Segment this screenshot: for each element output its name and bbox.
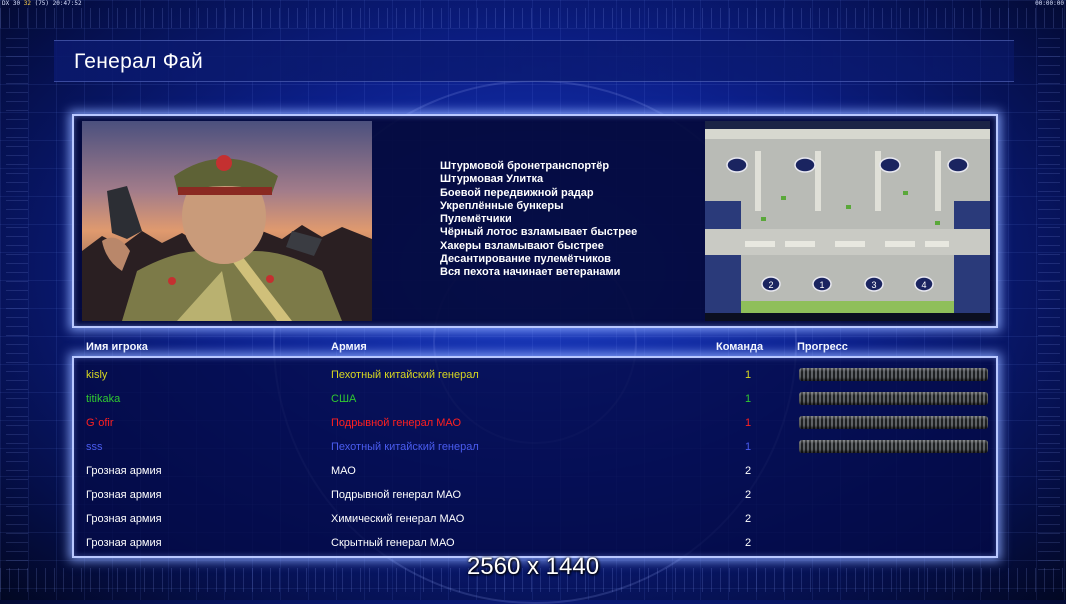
unit-item: Боевой передвижной радар	[440, 186, 594, 199]
player-army: Химический генерал МАО	[331, 513, 465, 525]
player-army: Скрытный генерал МАО	[331, 537, 455, 549]
players-table: kisly Пехотный китайский генерал 1 titik…	[72, 356, 998, 558]
ruler-left	[6, 30, 28, 570]
column-header-army: Армия	[331, 341, 367, 353]
player-row: titikaka США 1	[74, 387, 996, 411]
player-name: Грозная армия	[86, 513, 162, 525]
player-name: G`ofir	[86, 417, 114, 429]
player-army: Пехотный китайский генерал	[331, 369, 479, 381]
player-name: Грозная армия	[86, 465, 162, 477]
title-panel: Генерал Фай	[54, 40, 1014, 82]
player-row: Грозная армия Химический генерал МАО 2	[74, 507, 996, 531]
svg-text:1: 1	[819, 280, 824, 290]
unit-item: Хакеры взламывают быстрее	[440, 239, 604, 252]
player-row: Грозная армия МАО 2	[74, 459, 996, 483]
unit-item: Чёрный лотос взламывает быстрее	[440, 226, 638, 239]
fps-counter: DX 30 32 (75) 20:47:52	[2, 0, 82, 7]
player-army: США	[331, 393, 357, 405]
player-row: sss Пехотный китайский генерал 1	[74, 435, 996, 459]
player-team: 2	[745, 489, 752, 501]
general-portrait-image	[82, 121, 372, 321]
player-name: titikaka	[86, 393, 121, 405]
player-name: kisly	[86, 369, 108, 381]
page-title: Генерал Фай	[74, 50, 204, 73]
unit-item: Штурмовая Улитка	[440, 173, 544, 186]
progress-bar	[799, 440, 988, 453]
general-units-list: Штурмовой бронетранспортёр Штурмовая Ули…	[440, 160, 637, 280]
game-clock: 00:00:00	[1035, 0, 1064, 7]
start-position-marker: 2	[761, 276, 781, 292]
player-army: Подрывной генерал МАО	[331, 417, 462, 429]
player-name: Грозная армия	[86, 489, 162, 501]
general-info-panel: Штурмовой бронетранспортёр Штурмовая Ули…	[72, 114, 998, 328]
svg-text:3: 3	[871, 280, 876, 290]
column-header-progress: Прогресс	[797, 341, 848, 353]
start-position-marker: 3	[864, 276, 884, 292]
progress-bar	[799, 392, 988, 405]
general-portrait	[82, 121, 372, 321]
player-row: kisly Пехотный китайский генерал 1	[74, 363, 996, 387]
player-team: 1	[745, 417, 752, 429]
player-army: МАО	[331, 465, 356, 477]
player-row: Грозная армия Подрывной генерал МАО 2	[74, 483, 996, 507]
ruler-top	[0, 8, 1066, 28]
player-team: 2	[745, 513, 752, 525]
start-position-marker: 4	[914, 276, 934, 292]
player-team: 1	[745, 393, 752, 405]
column-header-team: Команда	[716, 341, 764, 353]
progress-bar	[799, 416, 988, 429]
unit-item: Десантирование пулемётчиков	[440, 253, 611, 266]
player-name: Грозная армия	[86, 537, 162, 549]
svg-text:4: 4	[921, 280, 926, 290]
player-team: 1	[745, 369, 752, 381]
player-team: 2	[745, 465, 752, 477]
player-name: sss	[86, 441, 103, 453]
unit-item: Штурмовой бронетранспортёр	[440, 160, 610, 172]
player-row: G`ofir Подрывной генерал МАО 1	[74, 411, 996, 435]
player-team: 2	[745, 537, 752, 549]
unit-item: Вся пехота начинает ветеранами	[440, 266, 621, 279]
map-preview-image: 2 1 3 4	[705, 121, 990, 321]
map-preview: 2 1 3 4	[705, 121, 990, 321]
resolution-watermark: 2560 x 1440	[466, 553, 600, 580]
unit-item: Укреплённые бункеры	[440, 199, 564, 212]
player-row: Грозная армия Скрытный генерал МАО 2	[74, 531, 996, 555]
progress-bar	[799, 368, 988, 381]
column-header-player: Имя игрока	[86, 341, 148, 353]
ruler-right	[1038, 30, 1060, 570]
start-position-marker: 1	[812, 276, 832, 292]
player-army: Пехотный китайский генерал	[331, 441, 479, 453]
svg-text:2: 2	[768, 280, 773, 290]
player-army: Подрывной генерал МАО	[331, 489, 462, 501]
player-team: 1	[745, 441, 752, 453]
unit-item: Пулемётчики	[440, 213, 512, 226]
